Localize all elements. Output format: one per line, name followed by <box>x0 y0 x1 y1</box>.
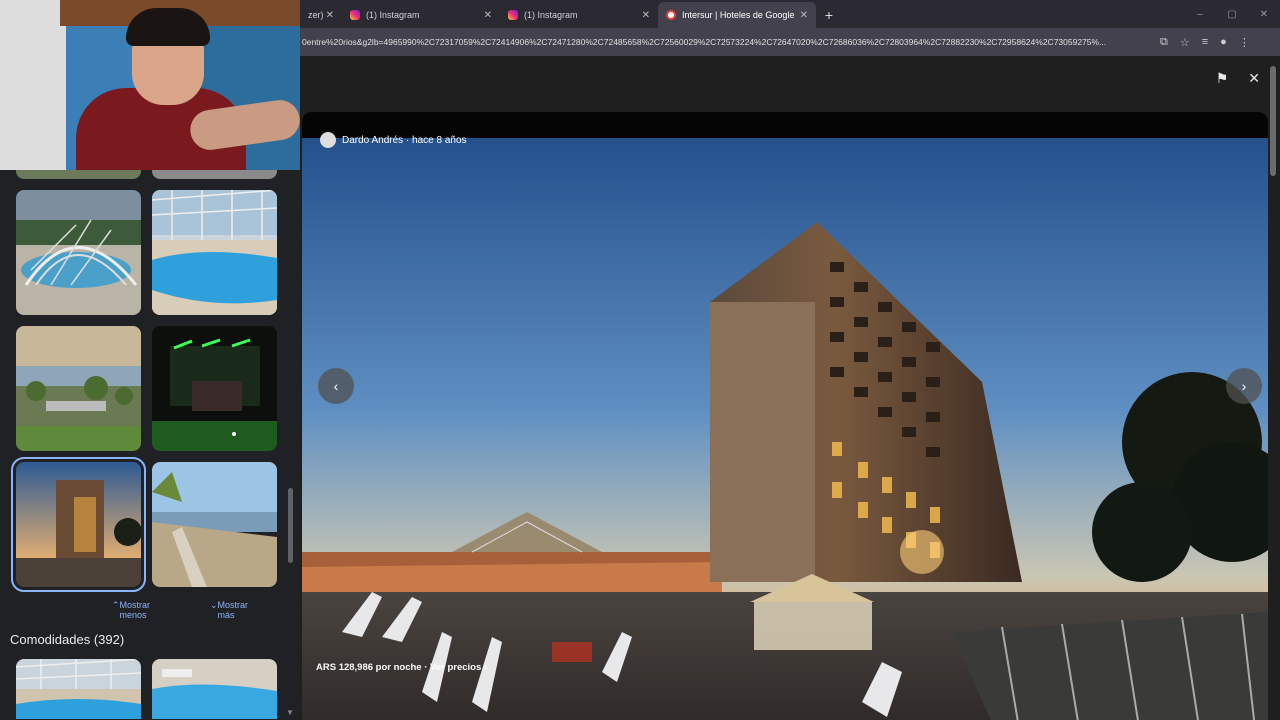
price-link[interactable]: ARS 128,986 por noche · Ver precios › <box>316 662 487 673</box>
tab-close-icon[interactable]: ✕ <box>800 10 808 21</box>
report-flag-icon[interactable]: ⚑ <box>1216 70 1229 87</box>
thumb-image <box>16 190 141 315</box>
restore-icon[interactable]: ▢ <box>1216 0 1248 28</box>
tab-close-icon[interactable]: ✕ <box>642 10 650 21</box>
gallery-thumb-partial[interactable] <box>16 170 141 179</box>
gallery-thumb-dome-pool[interactable] <box>16 190 141 315</box>
photo-author[interactable]: Dardo Andrés · hace 8 años <box>320 132 467 148</box>
thumb-image <box>16 462 141 587</box>
viewer-scrollbar[interactable] <box>1270 66 1276 716</box>
next-photo-button[interactable]: › <box>1226 368 1262 404</box>
tab-title: (1) Instagram <box>366 10 420 20</box>
tab-2[interactable]: (1) Instagram ✕ <box>500 2 658 28</box>
price-text: ARS 128,986 por noche · Ver precios <box>316 662 482 673</box>
gallery-thumb-night-facade[interactable] <box>152 326 277 451</box>
chevron-right-icon: › <box>483 662 488 673</box>
author-avatar <box>320 132 336 148</box>
photo-gallery-panel: ⌃ Mostrar menos ⌄ Mostrar más Comodidade… <box>0 170 300 720</box>
instagram-icon <box>508 10 518 20</box>
tab-3-active[interactable]: Intersur | Hoteles de Google ✕ <box>658 2 816 28</box>
thumb-image <box>16 659 141 719</box>
show-less-link[interactable]: ⌃ Mostrar menos <box>112 600 150 620</box>
tab-0[interactable]: zer) ✕ <box>300 2 342 28</box>
thumb-image <box>152 659 277 719</box>
show-less-label: Mostrar menos <box>119 600 151 620</box>
close-viewer-icon[interactable]: ✕ <box>1248 70 1260 87</box>
webcam-person-hair <box>126 8 210 46</box>
prev-photo-button[interactable]: ‹ <box>318 368 354 404</box>
tab-title: zer) <box>308 10 324 20</box>
tab-title: Intersur | Hoteles de Google <box>682 10 795 20</box>
show-more-link[interactable]: ⌄ Mostrar más <box>210 600 248 620</box>
reading-list-icon[interactable]: ≡ <box>1202 36 1208 49</box>
viewer-actions: ⚑ ✕ <box>1216 70 1260 87</box>
amenities-title: Comodidades (392) <box>10 632 125 647</box>
amenities-thumb-pool-deck[interactable] <box>16 659 141 719</box>
hotel-photo <box>302 112 1268 720</box>
thumb-image <box>152 462 277 587</box>
address-bar[interactable]: 0entre%20rios&g2lb=4965990%2C72317059%2C… <box>300 28 1280 56</box>
new-tab-button[interactable]: + <box>816 2 842 28</box>
author-text: Dardo Andrés · hace 8 años <box>342 134 467 146</box>
tab-close-icon[interactable]: ✕ <box>326 10 334 21</box>
tab-1[interactable]: (1) Instagram ✕ <box>342 2 500 28</box>
viewer-scroll-thumb[interactable] <box>1270 66 1276 176</box>
photo-viewer: ⚑ ✕ Dardo Andrés · hace 8 años ‹ › ARS 1… <box>300 56 1280 720</box>
profile-avatar-icon[interactable]: ● <box>1220 36 1227 49</box>
menu-kebab-icon[interactable]: ⋮ <box>1239 36 1250 49</box>
gallery-thumb-river-view[interactable] <box>16 326 141 451</box>
thumb-image <box>152 190 277 315</box>
gallery-thumb-beach[interactable] <box>152 462 277 587</box>
window-controls: – ▢ ✕ <box>1184 0 1280 28</box>
amenities-thumb-pool[interactable] <box>152 659 277 719</box>
address-bar-icons: ⧉ ☆ ≡ ● ⋮ <box>1160 36 1250 49</box>
url-text[interactable]: 0entre%20rios&g2lb=4965990%2C72317059%2C… <box>300 37 1150 47</box>
gallery-thumb-partial[interactable] <box>152 170 277 179</box>
instagram-icon <box>350 10 360 20</box>
bookmark-star-icon[interactable]: ☆ <box>1180 36 1190 49</box>
thumb-image <box>152 326 277 451</box>
gallery-thumb-indoor-pool[interactable] <box>152 190 277 315</box>
gallery-toggles: ⌃ Mostrar menos ⌄ Mostrar más <box>0 600 300 620</box>
tab-bar: zer) ✕ (1) Instagram ✕ (1) Instagram ✕ I… <box>300 0 1280 28</box>
show-more-label: Mostrar más <box>217 600 249 620</box>
scroll-down-arrow-icon[interactable]: ▼ <box>286 708 294 717</box>
thumb-image <box>16 326 141 451</box>
close-window-icon[interactable]: ✕ <box>1248 0 1280 28</box>
gallery-thumb-hotel-dusk-selected[interactable] <box>11 457 146 592</box>
google-icon <box>666 10 676 20</box>
screen: zer) ✕ (1) Instagram ✕ (1) Instagram ✕ I… <box>0 0 1280 720</box>
gallery-scrollbar[interactable] <box>288 488 293 563</box>
tab-close-icon[interactable]: ✕ <box>484 10 492 21</box>
tab-title: (1) Instagram <box>524 10 578 20</box>
webcam-overlay <box>0 0 300 170</box>
hotel-photo-image <box>302 138 1268 720</box>
minimize-icon[interactable]: – <box>1184 0 1216 28</box>
install-app-icon[interactable]: ⧉ <box>1160 36 1168 49</box>
